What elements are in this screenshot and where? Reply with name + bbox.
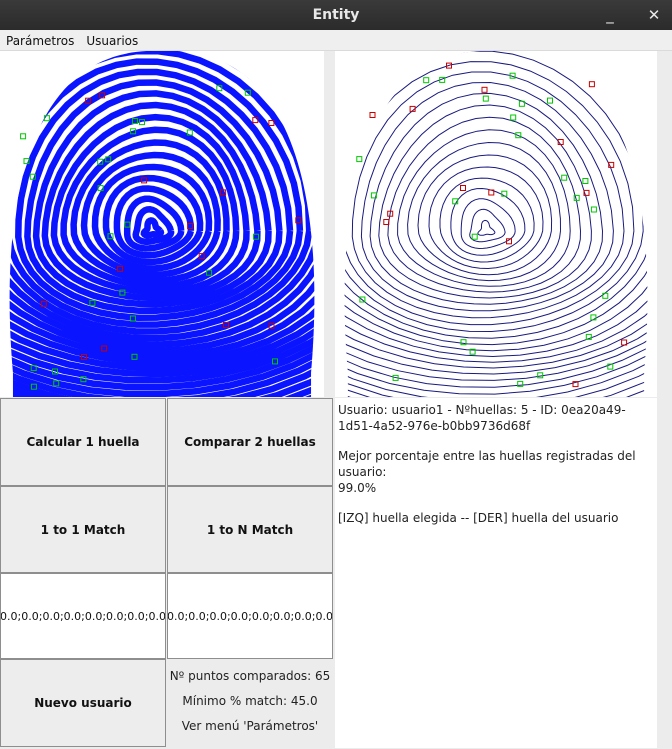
minutia-marker xyxy=(582,178,589,184)
minutia-marker xyxy=(423,77,430,84)
minutia-marker xyxy=(481,86,488,93)
minutia-marker xyxy=(590,206,597,213)
minimum-match-label: Mínimo % match: 45.0 xyxy=(182,694,318,708)
fingerprint-ridges xyxy=(344,51,648,397)
window-titlebar: Entity xyxy=(0,0,672,30)
left-vector-field[interactable]: ;0.0;0.0;0.0;0.0;0.0;0.0;0.0;0.0; xyxy=(0,573,166,659)
close-button[interactable]: ✕ xyxy=(642,0,666,30)
vertical-scrollbar[interactable] xyxy=(658,51,670,397)
minutia-marker xyxy=(510,114,517,121)
best-percentage-label: Mejor porcentaje entre las huellas regis… xyxy=(338,449,636,479)
selected-fingerprint-image xyxy=(0,51,324,397)
user-fingerprint-image xyxy=(335,51,657,397)
minutia-marker xyxy=(356,156,363,163)
minutia-marker xyxy=(471,233,478,240)
right-vector-field[interactable]: ;0.0;0.0;0.0;0.0;0.0;0.0;0.0;0.0; xyxy=(167,573,333,659)
left-vector-value: ;0.0;0.0;0.0;0.0;0.0;0.0;0.0;0.0; xyxy=(0,609,166,623)
compare-fingerprints-button[interactable]: Comparar 2 huellas xyxy=(167,398,333,486)
points-compared-label: Nº puntos comparados: 65 xyxy=(169,669,331,683)
one-to-one-match-button[interactable]: 1 to 1 Match xyxy=(0,486,166,573)
fingerprint-ridges xyxy=(9,51,315,397)
fingerprint-legend: [IZQ] huella elegida -- [DER] huella del… xyxy=(338,511,619,525)
window-title: Entity xyxy=(312,7,360,23)
minutia-marker xyxy=(369,112,376,118)
user-info-line: Usuario: usuario1 - Nºhuellas: 5 - ID: 0… xyxy=(338,403,626,433)
menu-bar: Parámetros Usuarios xyxy=(0,30,672,51)
see-menu-label: Ver menú 'Parámetros' xyxy=(181,719,319,733)
minutia-marker xyxy=(482,95,489,102)
fingerprint-left-svg xyxy=(9,51,315,397)
one-to-n-match-button[interactable]: 1 to N Match xyxy=(167,486,333,573)
right-vector-value: ;0.0;0.0;0.0;0.0;0.0;0.0;0.0;0.0; xyxy=(167,609,333,623)
minutia-marker xyxy=(561,174,568,181)
fingerprint-right-svg xyxy=(344,51,648,397)
menu-parametros[interactable]: Parámetros xyxy=(0,31,80,51)
match-stats: Nº puntos comparados: 65 Mínimo % match:… xyxy=(167,659,333,747)
best-percentage-value: 99.0% xyxy=(338,481,377,495)
user-info-panel: Usuario: usuario1 - Nºhuellas: 5 - ID: 0… xyxy=(335,398,657,748)
calculate-fingerprint-button[interactable]: Calcular 1 huella xyxy=(0,398,166,486)
menu-usuarios[interactable]: Usuarios xyxy=(80,31,144,51)
minutia-marker xyxy=(20,133,27,140)
minutia-marker xyxy=(588,81,595,88)
minutia-marker xyxy=(547,97,553,104)
minutia-marker xyxy=(460,185,466,191)
minimize-button[interactable]: _ xyxy=(598,0,622,30)
new-user-button[interactable]: Nuevo usuario xyxy=(0,659,166,747)
